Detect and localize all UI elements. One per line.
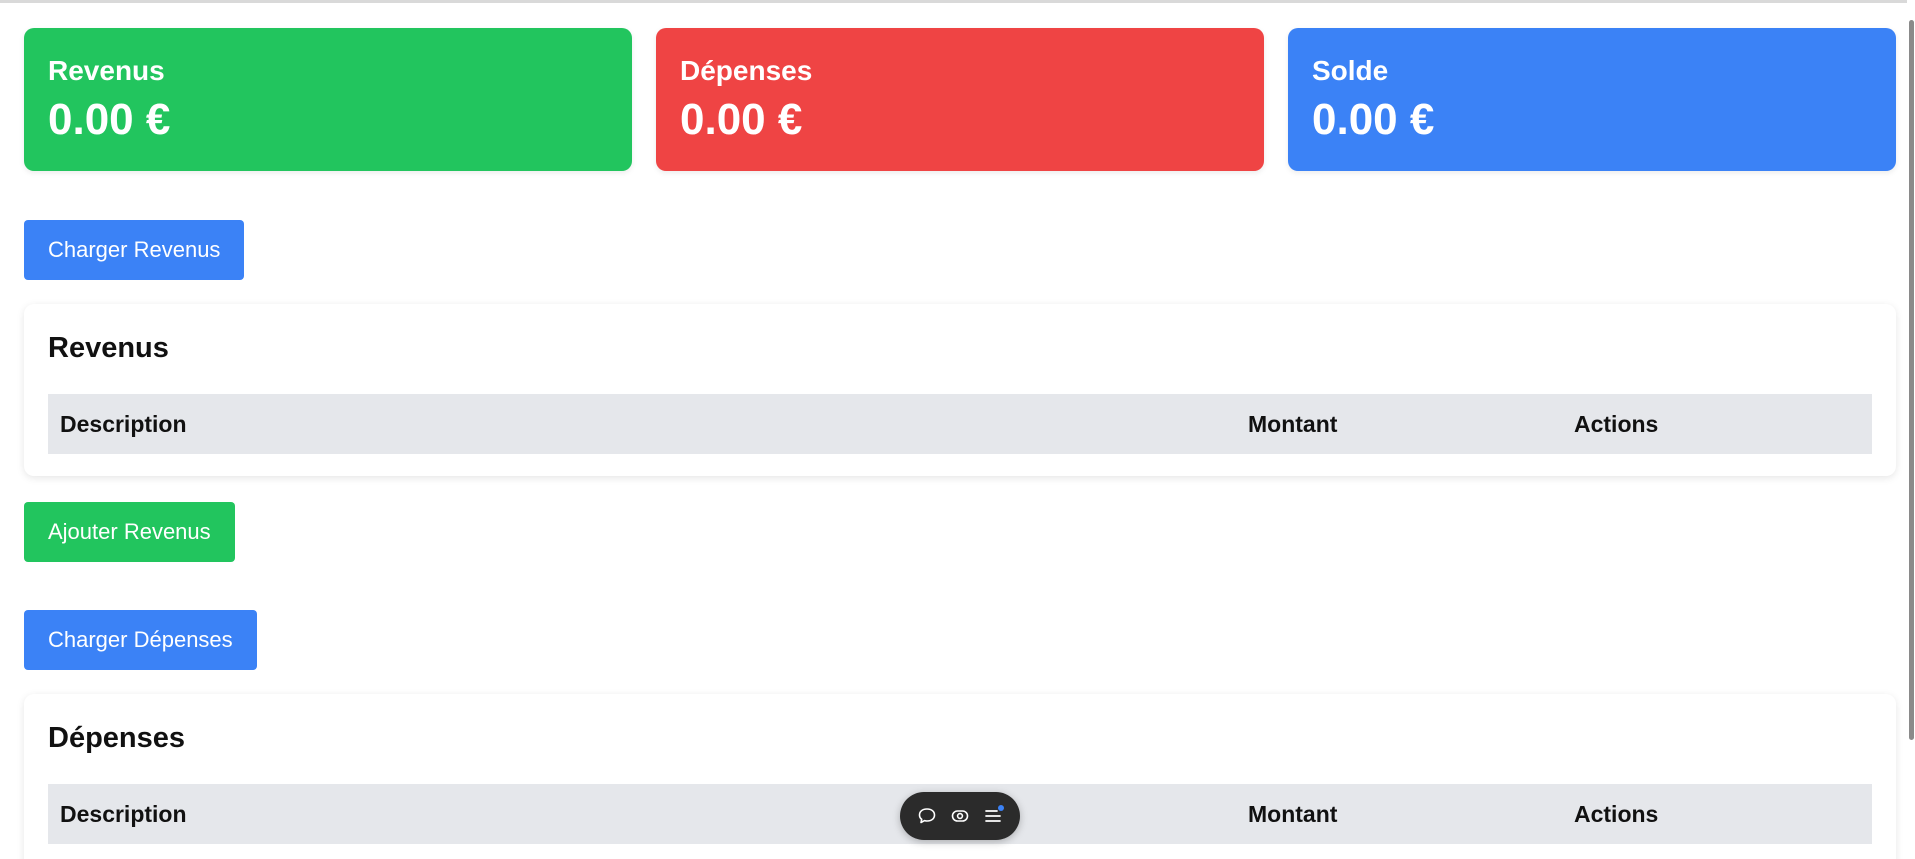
revenus-panel: Revenus Description Montant Actions <box>24 304 1896 476</box>
scrollbar-thumb[interactable] <box>1909 20 1914 740</box>
summary-label-depenses: Dépenses <box>680 55 813 86</box>
summary-cards: Revenus 0.00 € Dépenses 0.00 € Solde 0.0… <box>24 28 1896 171</box>
summary-value-solde: 0.00 € <box>1312 95 1435 144</box>
summary-card-revenus: Revenus 0.00 € <box>24 28 632 171</box>
revenus-col-montant: Montant <box>1248 411 1338 437</box>
revenus-col-description: Description <box>60 411 187 437</box>
revenus-table-title: Revenus <box>48 332 169 364</box>
menu-list-icon[interactable] <box>981 804 1005 828</box>
summary-card-solde: Solde 0.00 € <box>1288 28 1896 171</box>
depenses-col-description: Description <box>60 801 187 827</box>
revenus-table-header: Description Montant Actions <box>48 394 1872 454</box>
summary-value-revenus: 0.00 € <box>48 95 171 144</box>
revenus-col-actions: Actions <box>1574 411 1659 437</box>
floating-toolbar <box>900 792 1020 840</box>
chat-bubble-icon[interactable] <box>915 804 939 828</box>
summary-value-depenses: 0.00 € <box>680 95 803 144</box>
notification-dot <box>998 805 1005 811</box>
scrollbar-track[interactable] <box>1907 0 1915 859</box>
top-border <box>0 0 1915 3</box>
summary-card-depenses: Dépenses 0.00 € <box>656 28 1264 171</box>
eye-icon[interactable] <box>948 804 972 828</box>
summary-label-revenus: Revenus <box>48 55 165 86</box>
depenses-col-montant: Montant <box>1248 801 1338 827</box>
page: Revenus 0.00 € Dépenses 0.00 € Solde 0.0… <box>0 0 1915 859</box>
charger-revenus-button[interactable]: Charger Revenus <box>24 220 245 280</box>
depenses-col-actions: Actions <box>1574 801 1659 827</box>
ajouter-revenus-button[interactable]: Ajouter Revenus <box>24 502 235 562</box>
charger-depenses-button[interactable]: Charger Dépenses <box>24 610 257 670</box>
depenses-table-title: Dépenses <box>48 722 186 754</box>
summary-label-solde: Solde <box>1312 55 1389 86</box>
